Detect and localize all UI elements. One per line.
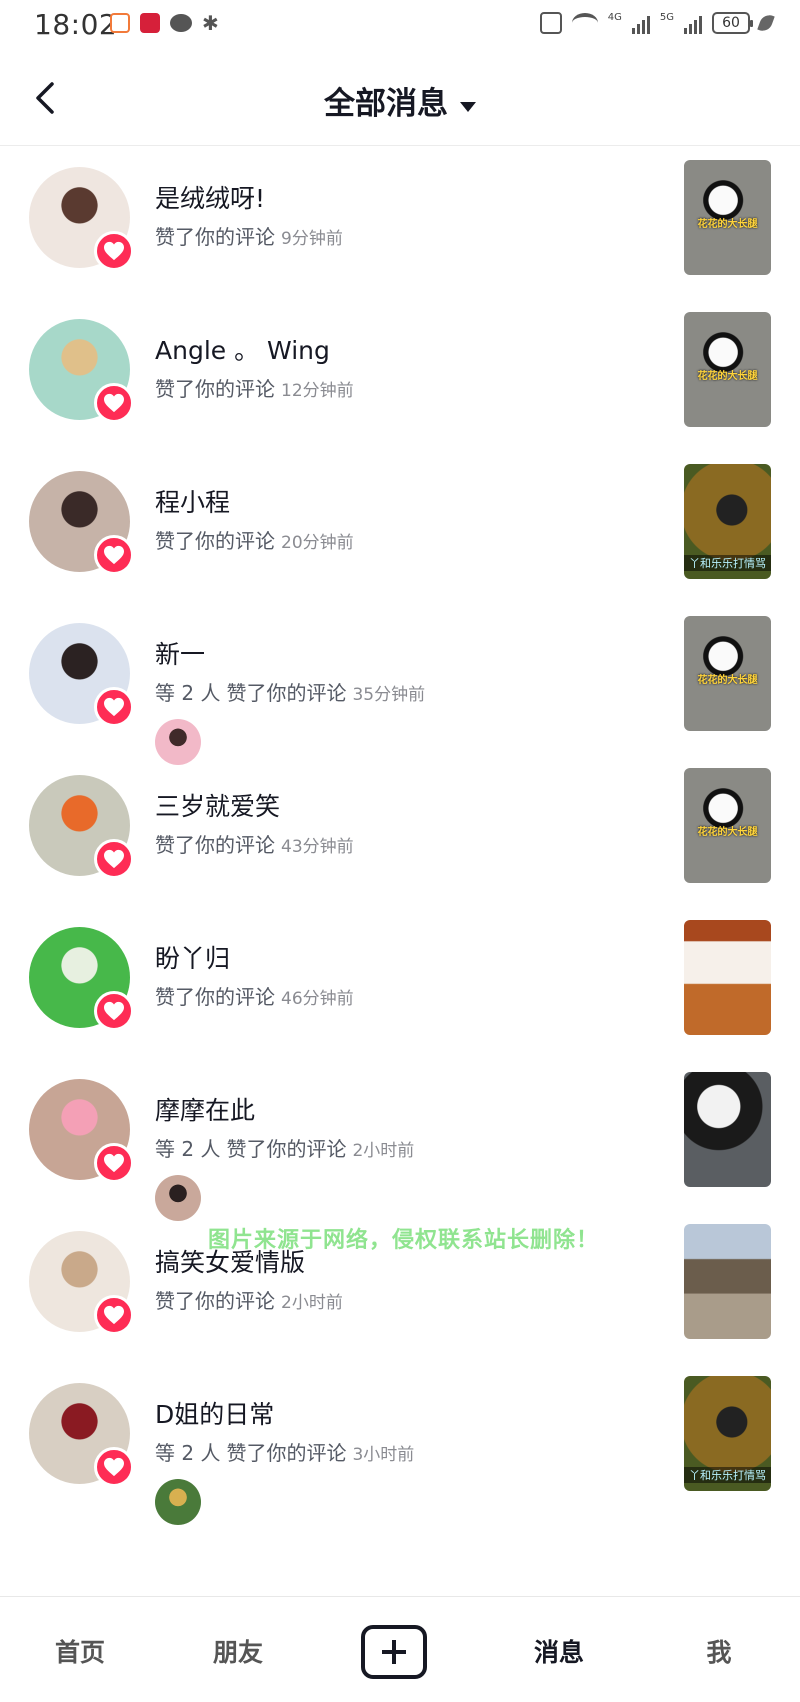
user-name[interactable]: Angle 。 Wing bbox=[155, 331, 330, 367]
thumbnail-caption: 丫和乐乐打情骂 bbox=[684, 1467, 771, 1483]
video-thumbnail[interactable]: 花花的大长腿 bbox=[684, 160, 771, 275]
bottom-nav: 首页 朋友 消息 我 bbox=[0, 1596, 800, 1702]
network-type-5g: 5G bbox=[659, 12, 674, 23]
list-item[interactable]: 盼丫归赞了你的评论 46分钟前 bbox=[0, 907, 800, 1059]
thumbnail-caption: 花花的大长腿 bbox=[697, 371, 758, 382]
battery-icon: 60 bbox=[712, 12, 753, 34]
user-name[interactable]: 是绒绒呀! bbox=[155, 179, 265, 215]
notification-text: 赞了你的评论 43分钟前 bbox=[155, 829, 354, 858]
header: 全部消息 bbox=[0, 52, 800, 146]
app-notification-icon-2 bbox=[140, 13, 160, 33]
thumbnail-caption: 花花的大长腿 bbox=[697, 675, 758, 686]
notification-text: 赞了你的评论 9分钟前 bbox=[155, 221, 343, 250]
nav-messages[interactable]: 消息 bbox=[509, 1633, 609, 1669]
list-item[interactable]: 新一等 2 人赞了你的评论 35分钟前 花花的大长腿 bbox=[0, 603, 800, 765]
nav-home[interactable]: 首页 bbox=[30, 1633, 130, 1669]
chat-bubble-icon bbox=[170, 14, 192, 32]
user-name[interactable]: 三岁就爱笑 bbox=[155, 787, 280, 823]
app-notification-icon bbox=[110, 13, 130, 33]
page-title: 全部消息 bbox=[324, 86, 448, 122]
vibrate-icon bbox=[539, 12, 562, 34]
system-icons: 4G 5G 60 bbox=[539, 12, 775, 34]
list-item[interactable]: 程小程赞了你的评论 20分钟前丫和乐乐打情骂 bbox=[0, 451, 800, 603]
notification-text: 等 2 人赞了你的评论 35分钟前 bbox=[155, 677, 425, 706]
video-thumbnail[interactable]: 丫和乐乐打情骂 bbox=[684, 464, 771, 579]
wifi-icon bbox=[571, 13, 598, 33]
heart-icon bbox=[94, 991, 134, 1031]
status-time: 18:02 bbox=[34, 8, 118, 41]
user-name[interactable]: 程小程 bbox=[155, 483, 230, 519]
action-text: 赞了你的评论 bbox=[155, 833, 275, 857]
action-text: 赞了你的评论 bbox=[155, 985, 275, 1009]
title-dropdown[interactable]: 全部消息 bbox=[0, 78, 800, 123]
caret-down-icon bbox=[460, 101, 476, 112]
user-name[interactable]: D姐的日常 bbox=[155, 1395, 274, 1431]
power-saving-icon bbox=[757, 12, 775, 34]
timestamp: 46分钟前 bbox=[281, 989, 354, 1009]
action-text: 赞了你的评论 bbox=[226, 1441, 347, 1465]
video-thumbnail[interactable]: 丫和乐乐打情骂 bbox=[684, 1376, 771, 1491]
watermark: 图片来源于网络，侵权联系站长删除！ bbox=[208, 1228, 600, 1253]
notification-icons: ✱ bbox=[110, 11, 219, 35]
thumbnail-caption: 花花的大长腿 bbox=[697, 827, 758, 838]
nav-friends[interactable]: 朋友 bbox=[188, 1633, 288, 1669]
list-item[interactable]: D姐的日常等 2 人赞了你的评论 3小时前丫和乐乐打情骂 bbox=[0, 1363, 800, 1525]
video-thumbnail[interactable] bbox=[684, 1224, 771, 1339]
timestamp: 12分钟前 bbox=[281, 381, 354, 401]
notification-text: 等 2 人赞了你的评论 2小时前 bbox=[155, 1133, 414, 1162]
timestamp: 35分钟前 bbox=[352, 685, 426, 705]
list-item[interactable]: 三岁就爱笑赞了你的评论 43分钟前 花花的大长腿 bbox=[0, 755, 800, 907]
notification-text: 赞了你的评论 46分钟前 bbox=[155, 981, 354, 1010]
heart-icon bbox=[94, 1295, 134, 1335]
heart-icon bbox=[94, 1447, 134, 1487]
heart-icon bbox=[94, 1143, 134, 1183]
status-bar: 18:02 ✱ 4G 5G 60 bbox=[0, 0, 800, 52]
action-text: 赞了你的评论 bbox=[226, 1137, 347, 1161]
video-thumbnail[interactable]: 花花的大长腿 bbox=[684, 616, 771, 731]
network-type-4g: 4G bbox=[607, 12, 622, 23]
list-item[interactable]: 是绒绒呀! 赞了你的评论 9分钟前 花花的大长腿 bbox=[0, 147, 800, 299]
heart-icon bbox=[94, 231, 134, 271]
notification-text: 赞了你的评论 20分钟前 bbox=[155, 525, 354, 554]
heart-icon bbox=[94, 687, 134, 727]
heart-icon bbox=[94, 383, 134, 423]
signal-icon bbox=[631, 12, 650, 34]
like-count-prefix: 等 2 人 bbox=[155, 1441, 221, 1465]
video-thumbnail[interactable]: 花花的大长腿 bbox=[684, 768, 771, 883]
video-thumbnail[interactable]: 花花的大长腿 bbox=[684, 312, 771, 427]
signal-icon-2 bbox=[684, 12, 702, 34]
create-plus-button[interactable] bbox=[361, 1625, 427, 1679]
thumbnail-caption: 花花的大长腿 bbox=[697, 219, 758, 230]
heart-icon bbox=[94, 535, 134, 575]
user-name[interactable]: 盼丫归 bbox=[155, 939, 230, 975]
user-name[interactable]: 新一 bbox=[155, 635, 205, 671]
like-count-prefix: 等 2 人 bbox=[155, 1137, 221, 1161]
action-text: 赞了你的评论 bbox=[226, 681, 347, 705]
timestamp: 43分钟前 bbox=[281, 837, 354, 857]
action-text: 赞了你的评论 bbox=[155, 377, 275, 401]
timestamp: 3小时前 bbox=[352, 1445, 415, 1465]
nav-me[interactable]: 我 bbox=[669, 1633, 769, 1669]
thumbnail-caption: 丫和乐乐打情骂 bbox=[684, 555, 771, 571]
action-text: 赞了你的评论 bbox=[155, 225, 275, 249]
timestamp: 20分钟前 bbox=[281, 533, 354, 553]
sub-avatar[interactable] bbox=[155, 1479, 201, 1525]
like-count-prefix: 等 2 人 bbox=[155, 681, 221, 705]
user-name[interactable]: 摩摩在此 bbox=[155, 1091, 255, 1127]
timestamp: 2小时前 bbox=[281, 1293, 343, 1313]
list-item[interactable]: 摩摩在此等 2 人赞了你的评论 2小时前 bbox=[0, 1059, 800, 1221]
timestamp: 9分钟前 bbox=[281, 229, 343, 249]
action-text: 赞了你的评论 bbox=[155, 1289, 275, 1313]
video-thumbnail[interactable] bbox=[684, 920, 771, 1035]
action-text: 赞了你的评论 bbox=[155, 529, 275, 553]
heart-icon bbox=[94, 839, 134, 879]
notification-text: 等 2 人赞了你的评论 3小时前 bbox=[155, 1437, 414, 1466]
timestamp: 2小时前 bbox=[352, 1141, 415, 1161]
notification-text: 赞了你的评论 12分钟前 bbox=[155, 373, 354, 402]
bluetooth-icon: ✱ bbox=[202, 11, 219, 35]
notification-text: 赞了你的评论 2小时前 bbox=[155, 1285, 343, 1314]
video-thumbnail[interactable] bbox=[684, 1072, 771, 1187]
list-item[interactable]: Angle 。 Wing 赞了你的评论 12分钟前 花花的大长腿 bbox=[0, 299, 800, 451]
